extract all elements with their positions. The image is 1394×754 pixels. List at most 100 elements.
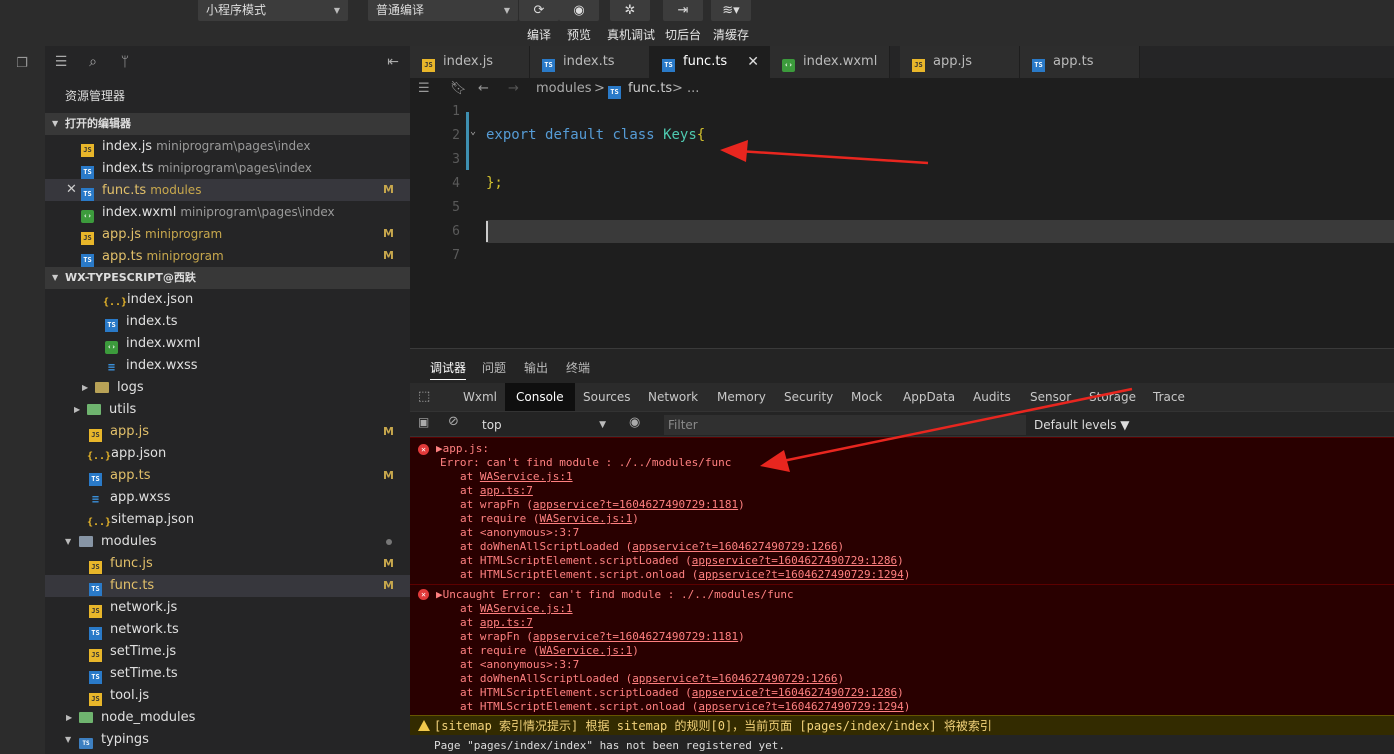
tree-item[interactable]: {..}index.json [45,289,410,311]
tree-item[interactable]: ‹› index.wxml [45,333,410,355]
open-editors-header[interactable]: ▼ 打开的编辑器 [45,113,410,135]
open-editor-item[interactable]: TS app.ts miniprogram M [45,245,410,267]
eye-icon[interactable]: ◉ [629,415,640,430]
compile-select[interactable]: 普通编译 ▼ [368,0,518,21]
sidebar-toggle-icon[interactable]: ▣ [418,415,429,429]
tree-item[interactable]: TS index.ts [45,311,410,333]
stack-link[interactable]: appservice?t=1604627490729:1266 [632,540,837,553]
stack-link[interactable]: WAService.js:1 [480,602,573,615]
tab-index-ts[interactable]: TS index.ts [530,46,650,78]
devtools-tab-console[interactable]: Console [505,383,575,411]
stack-link[interactable]: appservice?t=1604627490729:1286 [692,554,897,567]
remote-debug-button[interactable]: ✲ [610,0,650,21]
console-filter-input[interactable] [664,415,1026,435]
tab-app-js[interactable]: JS app.js [900,46,1020,78]
tree-item[interactable]: {..}sitemap.json [45,509,410,531]
tree-item[interactable]: JS setTime.js [45,641,410,663]
tab-index-wxml[interactable]: ‹› index.wxml [770,46,890,78]
code-editor[interactable]: ⌄ 1 2 3 4 5 6 7 export default class Key… [410,100,1394,348]
error-icon: ✕ [418,444,429,455]
stack-link[interactable]: appservice?t=1604627490729:1266 [632,672,837,685]
stack-link[interactable]: WAService.js:1 [539,512,632,525]
devtools-tab-audits[interactable]: Audits [962,383,1022,411]
tree-item[interactable]: JS network.js [45,597,410,619]
tree-item-active[interactable]: TS func.ts M [45,575,410,597]
close-icon[interactable]: ✕ [66,179,77,201]
stack-link[interactable]: appservice?t=1604627490729:1294 [698,700,903,713]
forward-arrow-icon[interactable]: → [508,78,519,100]
stack-link[interactable]: WAService.js:1 [480,470,573,483]
inspect-element-icon[interactable]: ⬚ [418,389,430,404]
tree-folder[interactable]: ▶ utils [45,399,410,421]
stack-link[interactable]: appservice?t=1604627490729:1181 [533,498,738,511]
devtools-tab-network[interactable]: Network [637,383,709,411]
error-source[interactable]: ▶app.js: [436,442,489,456]
clear-console-icon[interactable]: ⊘ [448,414,459,429]
tab-problems[interactable]: 问题 [482,359,506,376]
devtools-tab-appdata[interactable]: AppData [892,383,966,411]
tree-folder-open[interactable]: ▼ modules [45,531,410,553]
devtools-tab-mock[interactable]: Mock [840,383,893,411]
stack-link[interactable]: app.ts:7 [480,616,533,629]
stack-link[interactable]: WAService.js:1 [539,644,632,657]
log-levels-select[interactable]: Default levels ▼ [1034,415,1130,435]
mode-select[interactable]: 小程序模式 ▼ [198,0,348,21]
tree-item[interactable]: TS setTime.ts [45,663,410,685]
background-button[interactable]: ⇥ [663,0,703,21]
devtools-tab-trace[interactable]: Trace [1142,383,1196,411]
tree-item[interactable]: TS app.ts M [45,465,410,487]
tree-item[interactable]: ≡ app.wxss [45,487,410,509]
close-icon[interactable]: ✕ [747,46,759,78]
stack-line: at HTMLScriptElement.script.onload (apps… [460,568,911,581]
tree-folder-open[interactable]: ▼ TS typings [45,729,410,751]
breadcrumb-folder[interactable]: modules [536,78,592,100]
stack-link[interactable]: app.ts:7 [480,484,533,497]
chevron-down-icon: ▼ [333,6,340,15]
devtools-tab-memory[interactable]: Memory [706,383,777,411]
stack-link[interactable]: appservice?t=1604627490729:1181 [533,630,738,643]
breadcrumb-file[interactable]: func.ts [628,78,672,100]
tree-item[interactable]: JS app.js M [45,421,410,443]
devtools-tab-sources[interactable]: Sources [572,383,641,411]
open-editor-item[interactable]: ‹› index.wxml miniprogram\pages\index [45,201,410,223]
list-icon[interactable]: ☰ [53,54,69,70]
back-arrow-icon[interactable]: ← [478,78,489,100]
devtools-tab-sensor[interactable]: Sensor [1019,383,1082,411]
tree-item[interactable]: TS network.ts [45,619,410,641]
devtools-tab-security[interactable]: Security [773,383,844,411]
stack-link[interactable]: appservice?t=1604627490729:1286 [692,686,897,699]
bookmark-icon[interactable]: 🔖︎ [450,78,467,100]
devtools-tab-wxml[interactable]: Wxml [452,383,508,411]
open-editor-item[interactable]: TS index.ts miniprogram\pages\index [45,157,410,179]
devtools-tab-storage[interactable]: Storage [1078,383,1147,411]
open-editor-item-active[interactable]: ✕ TS func.ts modules M [45,179,410,201]
stack-link[interactable]: appservice?t=1604627490729:1294 [698,568,903,581]
source-control-icon[interactable]: ᛘ [117,54,133,70]
tab-index-js[interactable]: JS index.js [410,46,530,78]
tree-folder[interactable]: ▶ node_modules [45,707,410,729]
preview-button[interactable]: ◉ [559,0,599,21]
open-editor-item[interactable]: JS index.js miniprogram\pages\index [45,135,410,157]
list-icon[interactable]: ☰ [418,78,430,100]
tab-debugger[interactable]: 调试器 [430,359,467,380]
windows-icon[interactable]: ❐ [14,56,30,72]
clear-cache-button[interactable]: ≋▾ [711,0,751,21]
tab-terminal[interactable]: 终端 [566,359,590,376]
tab-output[interactable]: 输出 [524,359,548,376]
compile-button[interactable]: ⟳ [519,0,559,21]
stack-line: at HTMLScriptElement.scriptLoaded (appse… [460,686,904,699]
tree-item[interactable]: {..}app.json [45,443,410,465]
tree-item[interactable]: ≡ index.wxss [45,355,410,377]
tab-func-ts[interactable]: TS func.ts ✕ [650,46,770,78]
tab-app-ts[interactable]: TS app.ts [1020,46,1140,78]
collapse-panel-icon[interactable]: ⇤ [385,54,401,70]
tree-item[interactable]: JS func.js M [45,553,410,575]
tree-folder[interactable]: ▶ logs [45,377,410,399]
project-header[interactable]: ▼ WX-TYPESCRIPT@西趺 [45,267,410,289]
fold-chevron-icon[interactable]: ⌄ [470,126,476,137]
open-editor-item[interactable]: JS app.js miniprogram M [45,223,410,245]
error-message[interactable]: ▶Uncaught Error: can't find module : ./.… [436,588,794,602]
tree-item[interactable]: JS tool.js [45,685,410,707]
context-select[interactable]: top ▼ [474,415,614,435]
search-icon[interactable]: ⌕ [85,54,101,70]
